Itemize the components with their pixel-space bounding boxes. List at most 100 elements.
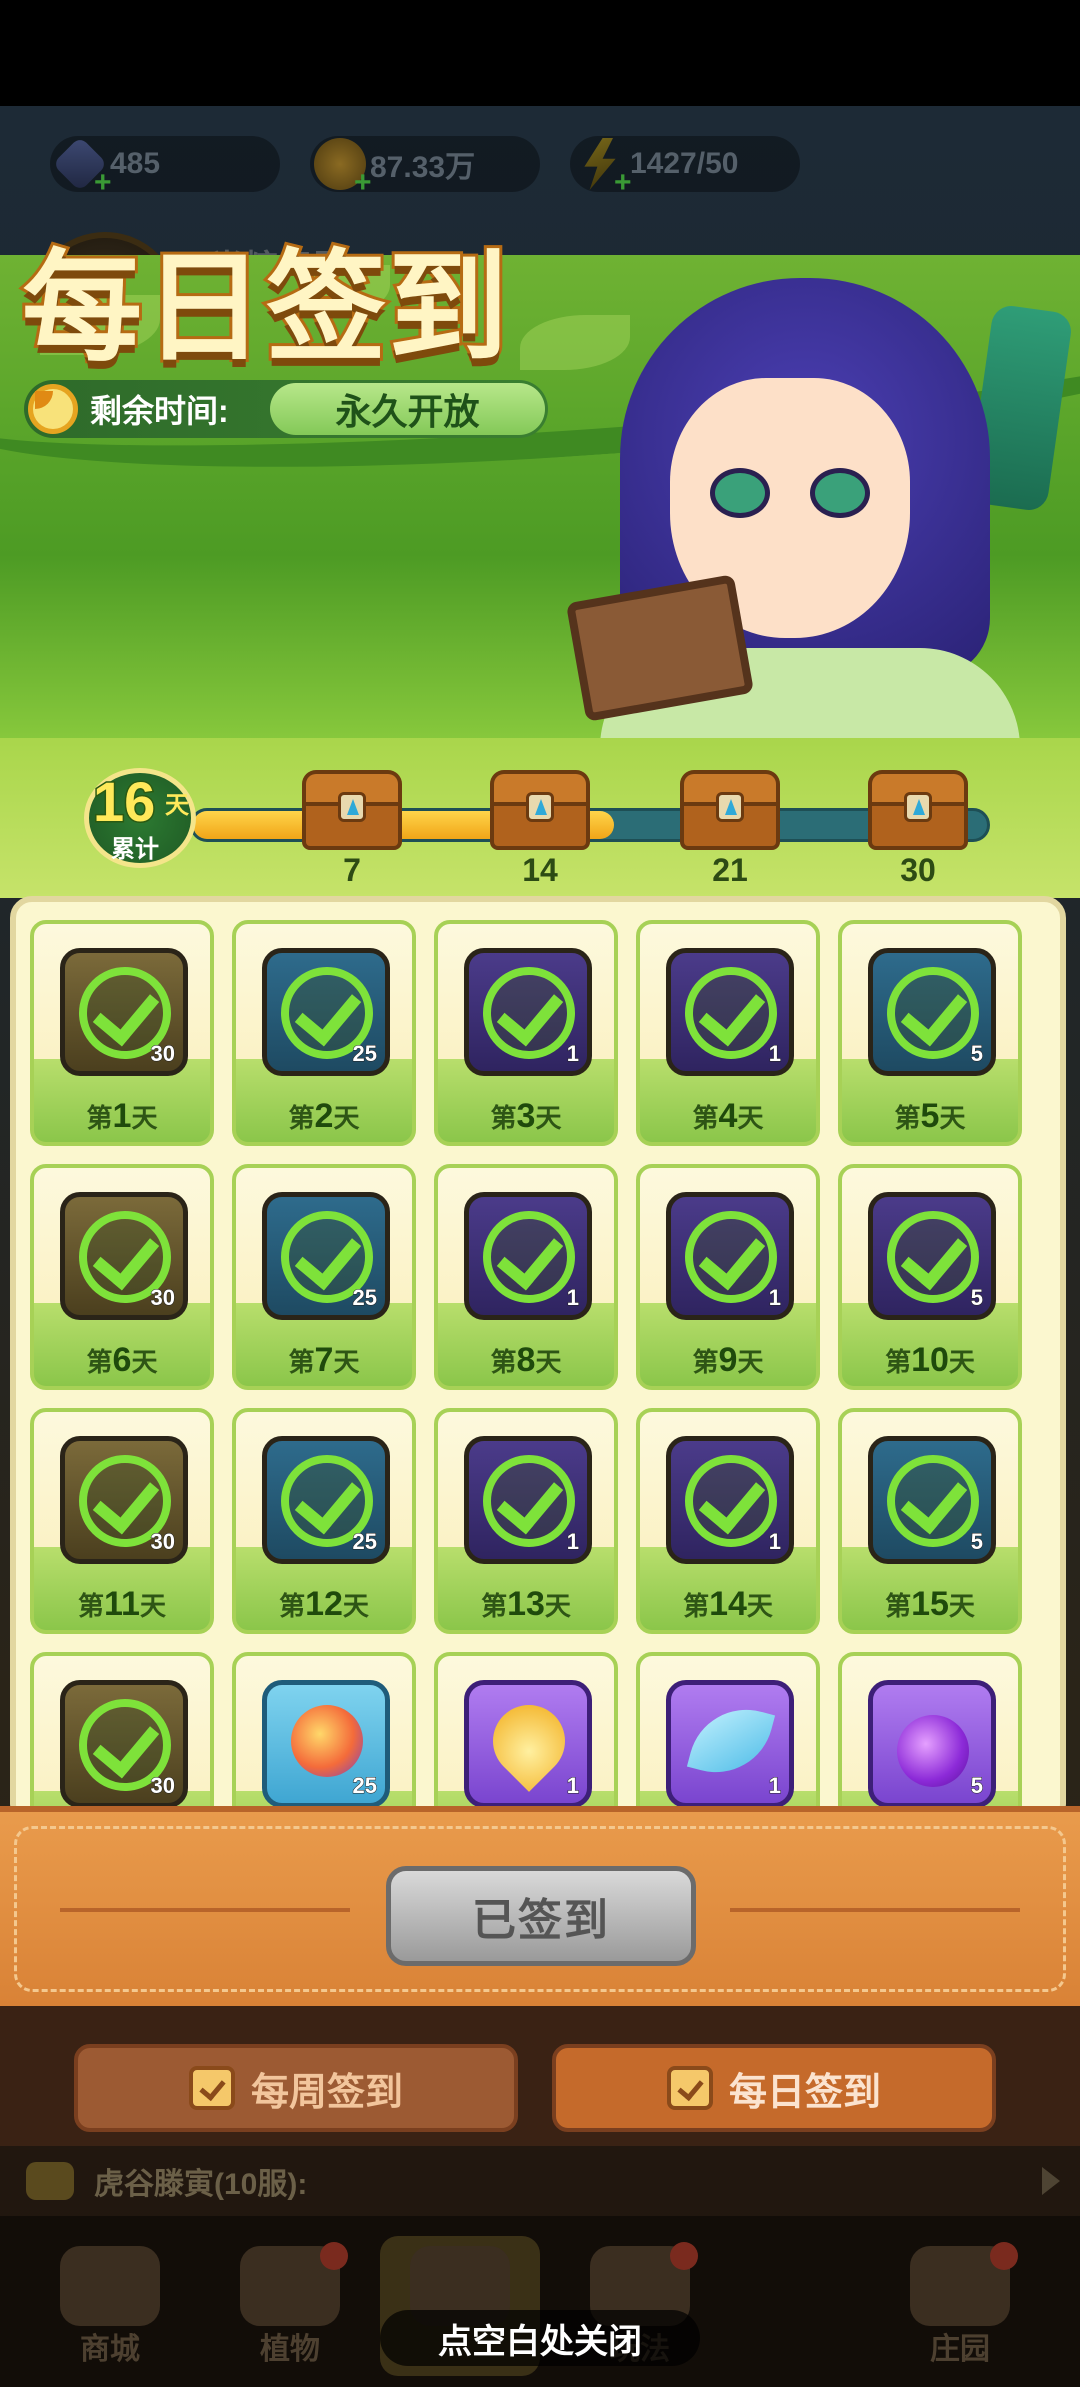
checkmark-icon xyxy=(887,967,979,1059)
reward-day-label: 第10天 xyxy=(885,1341,975,1379)
reward-card[interactable]: 25 第2天 xyxy=(232,920,416,1146)
reward-quantity: 5 xyxy=(970,1773,983,1799)
checkmark-icon xyxy=(685,1455,777,1547)
reward-slot: 1 xyxy=(666,1192,794,1320)
reward-slot: 5 xyxy=(868,1192,996,1320)
fruit-icon xyxy=(291,1705,363,1777)
reward-quantity: 5 xyxy=(970,1041,983,1067)
reward-quantity: 30 xyxy=(150,1285,176,1311)
reward-day-label: 第1天 xyxy=(86,1097,158,1135)
chat-bar[interactable]: 虎谷滕寅(10服): xyxy=(0,2146,1080,2216)
reward-card[interactable]: 1 第4天 xyxy=(636,920,820,1146)
reward-slot: 1 xyxy=(666,1436,794,1564)
reward-day-label: 第7天 xyxy=(288,1341,360,1379)
milestone-label: 14 xyxy=(522,852,558,888)
character-illustration xyxy=(560,268,1080,788)
checkmark-icon xyxy=(483,967,575,1059)
checkmark-icon xyxy=(887,1455,979,1547)
reward-card[interactable]: 5 第10天 xyxy=(838,1164,1022,1390)
reward-day-label: 第15天 xyxy=(885,1585,975,1623)
play-arrow-icon[interactable] xyxy=(1042,2167,1060,2195)
reward-card[interactable]: 1 第13天 xyxy=(434,1408,618,1634)
remaining-time-label: 剩余时间: xyxy=(90,393,229,429)
character-eye xyxy=(810,468,870,518)
cumulative-days-value: 16 xyxy=(91,769,156,835)
nav-item-manor[interactable]: 庄园 xyxy=(880,2236,1040,2376)
resource-bar: + 485 + 87.33万 + 1427/50 xyxy=(50,136,800,199)
notification-dot xyxy=(670,2242,698,2270)
shop-icon xyxy=(60,2246,160,2326)
reward-day-label: 第13天 xyxy=(481,1585,571,1623)
reward-quantity: 30 xyxy=(150,1529,176,1555)
reward-slot: 25 xyxy=(262,948,390,1076)
diamond-resource[interactable]: + 485 xyxy=(50,136,280,199)
energy-value: 1427/50 xyxy=(630,147,739,180)
reward-day-label: 第8天 xyxy=(490,1341,562,1379)
reward-card[interactable]: 1 第3天 xyxy=(434,920,618,1146)
reward-quantity: 25 xyxy=(352,1285,378,1311)
reward-card[interactable]: 1 第14天 xyxy=(636,1408,820,1634)
reward-quantity: 5 xyxy=(970,1529,983,1555)
reward-card[interactable]: 30 第11天 xyxy=(30,1408,214,1634)
coin-resource[interactable]: + 87.33万 xyxy=(310,136,540,199)
reward-card[interactable]: 1 第8天 xyxy=(434,1164,618,1390)
nav-label: 商城 xyxy=(80,2333,140,2366)
reward-slot: 1 xyxy=(464,1680,592,1808)
reward-card[interactable]: 5 第5天 xyxy=(838,920,1022,1146)
checkmark-icon xyxy=(685,1211,777,1303)
tab-weekly-signin[interactable]: 每周签到 xyxy=(74,2044,518,2132)
clock-icon xyxy=(28,384,78,434)
checkmark-icon xyxy=(685,967,777,1059)
signed-in-button[interactable]: 已签到 xyxy=(386,1866,696,1966)
milestone-chest-21[interactable] xyxy=(680,770,780,850)
cumulative-days-badge: 16 天 累计 xyxy=(84,768,196,868)
milestone-chest-14[interactable] xyxy=(490,770,590,850)
chat-bubble-icon xyxy=(26,2162,74,2200)
chest-lock-icon xyxy=(526,792,554,822)
reward-card[interactable]: 5 第15天 xyxy=(838,1408,1022,1634)
status-bar xyxy=(0,0,1080,106)
energy-resource[interactable]: + 1427/50 xyxy=(570,136,800,199)
nav-label: 植物 xyxy=(260,2333,320,2366)
chest-lock-icon xyxy=(904,792,932,822)
tab-weekly-label: 每周签到 xyxy=(250,2071,403,2114)
reward-slot: 5 xyxy=(868,1680,996,1808)
reward-slot: 1 xyxy=(464,948,592,1076)
reward-card[interactable]: 25 第7天 xyxy=(232,1164,416,1390)
reward-quantity: 25 xyxy=(352,1041,378,1067)
remaining-time-value: 永久开放 xyxy=(270,383,545,435)
reward-slot: 1 xyxy=(464,1436,592,1564)
notification-dot xyxy=(990,2242,1018,2270)
chat-message: 虎谷滕寅(10服): xyxy=(94,2168,308,2201)
calendar-check-icon xyxy=(188,2066,235,2110)
page-title: 每日签到 xyxy=(19,236,511,381)
milestone-chest-30[interactable] xyxy=(868,770,968,850)
reward-day-label: 第3天 xyxy=(490,1097,562,1135)
reward-slot: 30 xyxy=(60,948,188,1076)
plus-icon: + xyxy=(614,166,632,199)
milestone-label: 30 xyxy=(900,852,936,888)
reward-slot: 5 xyxy=(868,1436,996,1564)
reward-card[interactable]: 25 第12天 xyxy=(232,1408,416,1634)
close-hint[interactable]: 点空白处关闭 xyxy=(380,2310,700,2366)
drop-icon xyxy=(478,1690,580,1792)
remaining-time-bar: 剩余时间: 永久开放 xyxy=(24,380,548,438)
chest-lock-icon xyxy=(338,792,366,822)
reward-card[interactable]: 1 第9天 xyxy=(636,1164,820,1390)
milestone-chest-7[interactable] xyxy=(302,770,402,850)
tab-daily-signin[interactable]: 每日签到 xyxy=(552,2044,996,2132)
nav-item-shop[interactable]: 商城 xyxy=(30,2236,190,2376)
reward-day-label: 第6天 xyxy=(86,1341,158,1379)
reward-quantity: 1 xyxy=(768,1773,781,1799)
reward-day-label: 第2天 xyxy=(288,1097,360,1135)
reward-card[interactable]: 30 第6天 xyxy=(30,1164,214,1390)
nav-item-plants[interactable]: 植物 xyxy=(210,2236,370,2376)
leaf-icon xyxy=(686,1696,776,1786)
reward-slot: 1 xyxy=(464,1192,592,1320)
reward-day-label: 第14天 xyxy=(683,1585,773,1623)
reward-card[interactable]: 30 第1天 xyxy=(30,920,214,1146)
reward-quantity: 5 xyxy=(970,1285,983,1311)
reward-day-label: 第5天 xyxy=(894,1097,966,1135)
plus-icon: + xyxy=(354,166,372,199)
cumulative-days-unit: 天 xyxy=(165,792,189,819)
